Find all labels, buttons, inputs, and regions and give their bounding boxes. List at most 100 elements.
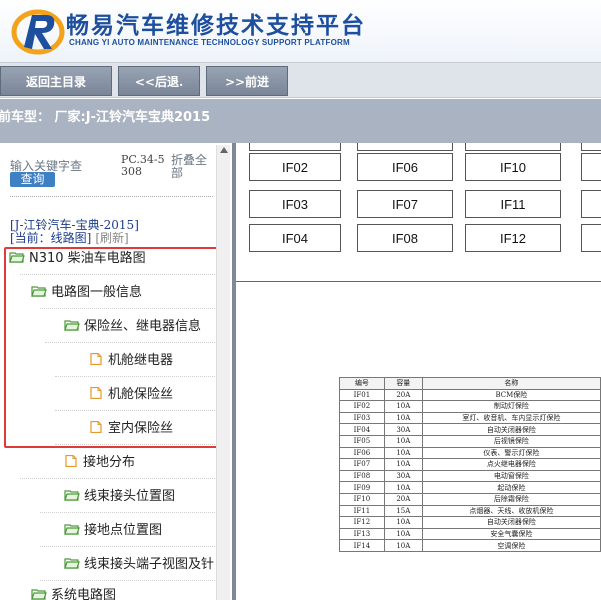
cell-name: 起动保险 [421,481,601,494]
tree-item[interactable]: 接地点位置图 [64,521,162,541]
cell-number: IF07 [339,458,385,471]
fuse-cell-empty [581,224,601,252]
cell-capacity: 10A [383,434,423,448]
folder-open-icon [64,522,80,535]
table-row: IF10 20A 后除霜保险 [339,492,601,506]
tree-item-label: 线束接头位置图 [84,489,176,504]
fuse-cell: IF12 [465,224,561,252]
scroll-up-icon[interactable] [220,147,228,153]
fuse-cell: IF04 [249,224,341,252]
table-row: IF07 10A 点火继电器保险 [339,458,601,471]
table-row: IF11 15A 点烟器、天线、收放机保险 [339,504,601,518]
cell-capacity: 10A [383,446,423,460]
tree-separator [40,580,215,581]
tree-item-label: 接地分布 [83,455,136,470]
fuse-table: 编号 容量 名称 IF01 20A BCM保险 IF02 10A 制动灯保险 IF03 10A… [339,377,601,552]
fuse-cell: IF08 [357,224,453,252]
forward-button[interactable]: >>前进 [206,66,288,96]
fuse-cell: IF02 [249,153,341,181]
cell-number: IF13 [339,527,385,541]
cell-number: IF12 [339,516,385,529]
nav-bar: 返回主目录 <<后退. >>前进 [0,62,601,98]
cell-number: IF05 [339,434,385,448]
table-row: IF01 20A BCM保险 [339,388,601,402]
home-button[interactable]: 返回主目录 [0,66,112,96]
cell-name: 点烟器、天线、收放机保险 [421,504,601,518]
cell-capacity: 15A [383,504,423,518]
cell-name: 空调保险 [421,539,601,552]
current-location: [当前：线路图] [刷新] [10,229,129,246]
cell-name: 室灯、收音机、车内显示灯保险 [421,411,601,425]
cell-name: 后除霜保险 [421,492,601,506]
fuse-table-body: IF01 20A BCM保险 IF02 10A 制动灯保险 IF03 10A 室灯、收音机、车内… [339,388,601,552]
tree-item[interactable]: 线束接头位置图 [64,487,175,507]
cell-number: IF01 [339,388,385,402]
current-label: [当前：线路图] [10,231,92,245]
fuse-cell: IF10 [465,153,561,181]
document-icon [63,454,79,468]
pc-code: PC.34-5308 [121,153,165,178]
table-row: IF13 10A 安全气囊保险 [339,527,601,541]
fuse-cell-empty [249,143,341,151]
cell-number: IF03 [339,411,385,425]
fuse-cell-empty [465,143,561,151]
table-row: IF06 10A 仪表、警示灯保险 [339,446,601,460]
tree-item-label: 线束接头端子视图及针 [84,557,215,572]
fuse-cell-empty [357,143,453,151]
cell-number: IF02 [339,400,385,413]
fuse-cell-empty [581,143,601,151]
cell-capacity: 20A [383,492,423,506]
folder-open-icon [31,587,47,600]
sidebar-scrollbar[interactable] [216,145,230,600]
table-row: IF08 30A 电动窗保险 [339,469,601,483]
cell-capacity: 30A [383,469,423,483]
cell-number: IF06 [339,446,385,460]
cell-name: 安全气囊保险 [421,527,601,541]
tree-item[interactable]: 线束接头端子视图及针 [64,555,214,575]
tree-item[interactable]: 系统电路图 [31,586,116,600]
divider [10,196,213,197]
highlight-box [4,247,220,448]
cell-capacity: 10A [383,411,423,425]
table-row: IF09 10A 起动保险 [339,481,601,494]
cell-number: IF09 [339,481,385,494]
cell-capacity: 10A [383,481,423,494]
cell-name: 电动窗保险 [421,469,601,483]
tree-item[interactable]: 接地分布 [63,453,135,473]
header-number: 编号 [339,377,385,390]
table-row: IF05 10A 后视镜保险 [339,434,601,448]
tree-separator [20,478,215,479]
current-model-text: 前车型： 厂家:J-江铃汽车宝典2015 [0,110,211,125]
tree-separator [40,546,215,547]
fuse-cell: IF03 [249,190,341,218]
cell-capacity: 10A [383,527,423,541]
folder-open-icon [64,488,80,501]
cell-number: IF14 [339,539,385,552]
header-capacity: 容量 [383,377,423,390]
cell-capacity: 10A [383,400,423,413]
cell-capacity: 10A [383,458,423,471]
collapse-all-link[interactable]: 折叠全部 [171,154,211,180]
folder-open-icon [64,556,80,569]
cell-name: 仪表、警示灯保险 [421,446,601,460]
cell-capacity: 10A [383,539,423,552]
cell-name: 自动关闭器保险 [421,516,601,529]
tree-item-label: 接地点位置图 [84,523,163,538]
logo-icon [11,9,65,55]
cell-name: 自动关闭器保险 [421,423,601,436]
content-pane: IF02 IF06 IF10 IF03 IF07 IF11 IF04 IF08 IF12 编号 … [236,143,601,600]
cell-capacity: 30A [383,423,423,436]
cell-name: 制动灯保险 [421,400,601,413]
fuse-cell-empty [581,153,601,181]
brand-subtitle: CHANG YI AUTO MAINTENANCE TECHNOLOGY SUP… [69,38,350,47]
cell-number: IF11 [339,504,385,518]
search-button[interactable]: 查询 [10,172,55,187]
cell-capacity: 10A [383,516,423,529]
cell-number: IF04 [339,423,385,436]
header-name: 名称 [421,377,601,390]
fuse-cell: IF11 [465,190,561,218]
refresh-link[interactable]: [刷新] [95,231,128,245]
content-separator [236,281,601,282]
back-button[interactable]: <<后退. [118,66,200,96]
table-header-row: 编号 容量 名称 [339,377,601,390]
